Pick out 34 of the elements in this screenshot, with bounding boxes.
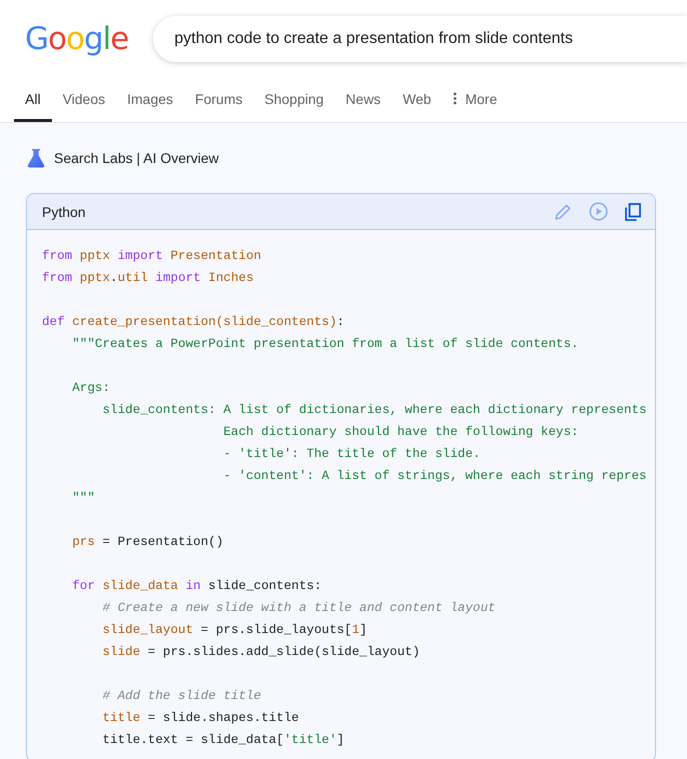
play-icon[interactable] <box>589 202 608 221</box>
search-tab[interactable]: Forums <box>184 78 254 122</box>
language-label: Python <box>42 204 86 220</box>
code-line: """ <box>71 490 95 507</box>
code-line: from pptx import Presentation <box>42 248 262 265</box>
code-line: title = slide.shapes.title <box>101 710 299 727</box>
code-line: """Creates a PowerPoint presentation from a list of slide contents. <box>71 336 579 353</box>
code-line: # Create a new slide with a title and content layout <box>101 600 496 617</box>
code-line: Args: <box>71 380 110 397</box>
code-line: title.text = slide_data['title'] <box>101 732 344 749</box>
code-line: slide = prs.slides.add_slide(slide_layout) <box>101 644 420 661</box>
edit-pencil-icon[interactable] <box>554 202 572 220</box>
search-tab[interactable]: Videos <box>52 78 116 122</box>
more-dots-icon <box>453 92 458 105</box>
overview-title: Search Labs | AI Overview <box>54 150 219 166</box>
search-tab[interactable]: More <box>442 78 508 122</box>
code-line: slide_contents: A list of dictionaries, where each dictionary represents <box>101 402 647 419</box>
code-line: # Add the slide title <box>101 688 262 705</box>
code-line: slide_layout = prs.slide_layouts[1] <box>101 622 367 639</box>
code-line: - 'title': The title of the slide. <box>222 446 480 463</box>
code-line: prs = Presentation() <box>71 534 224 551</box>
search-field[interactable]: python code to create a presentation from slide contents <box>153 16 687 62</box>
code-line: - 'content': A list of strings, where each string repres <box>222 468 647 485</box>
search-tab[interactable]: Images <box>116 78 184 122</box>
search-tab[interactable]: Web <box>392 78 442 122</box>
flask-icon <box>27 148 45 168</box>
logo[interactable]: Google <box>25 21 154 57</box>
copy-icon[interactable] <box>625 202 641 220</box>
code-line: for slide_data in slide_contents: <box>71 578 322 595</box>
code-line: Each dictionary should have the following keys: <box>222 424 579 441</box>
code-line: def create_presentation(slide_contents): <box>42 314 344 331</box>
search-tab[interactable]: News <box>334 78 392 122</box>
code-line: from pptx.util import Inches <box>42 270 254 287</box>
search-tab[interactable]: Shopping <box>254 78 335 122</box>
